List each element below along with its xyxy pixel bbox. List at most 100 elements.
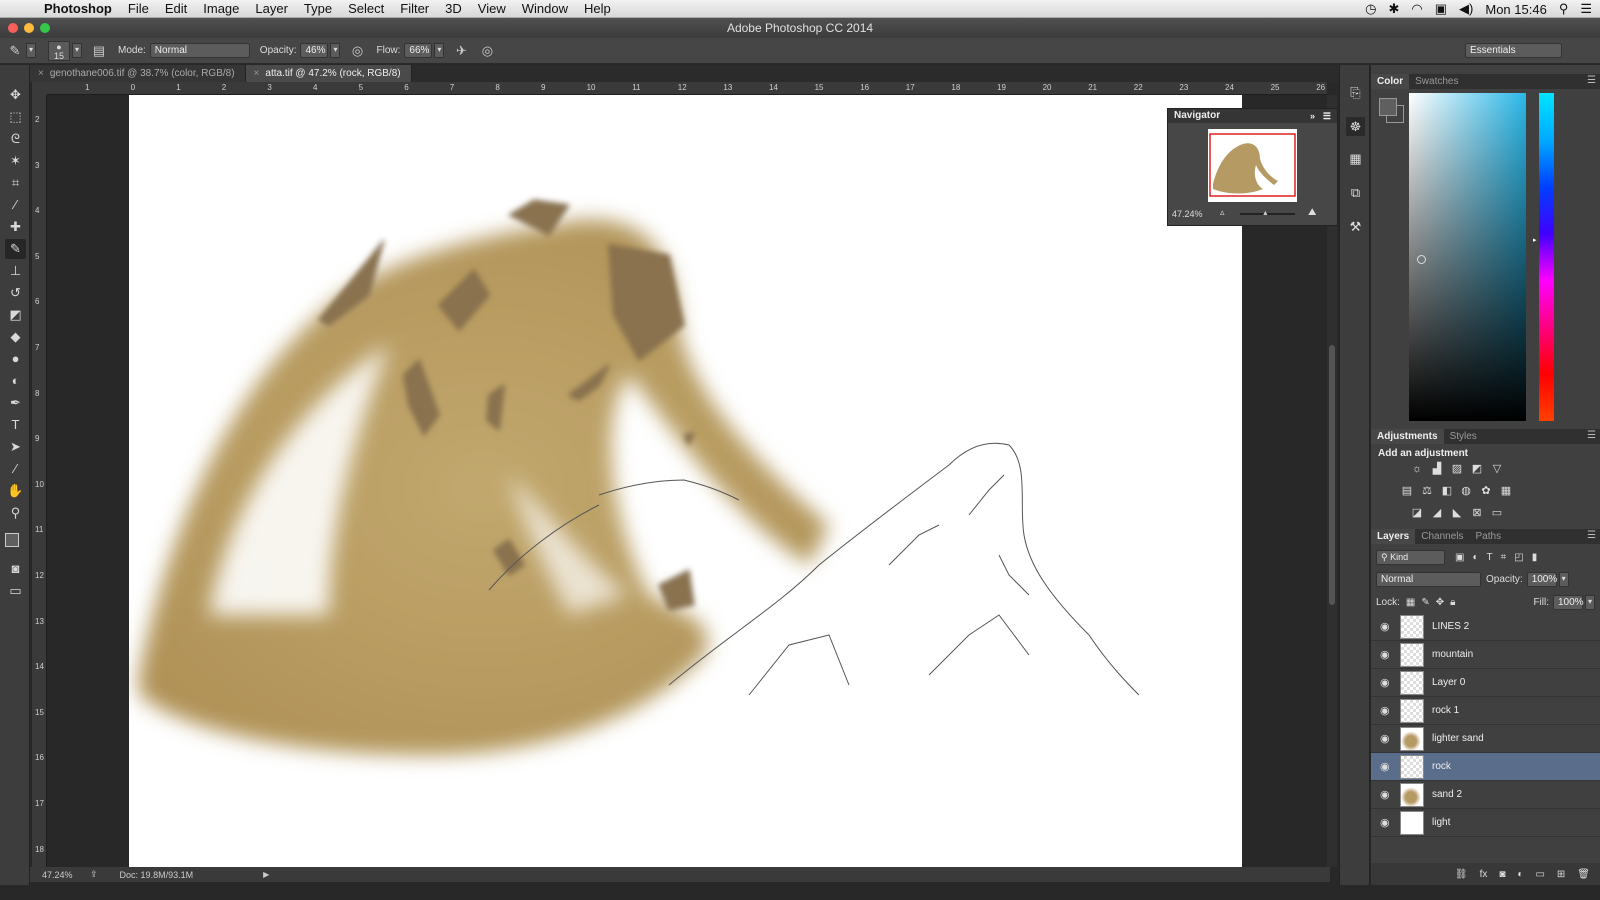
- close-tab-icon[interactable]: ×: [254, 68, 260, 79]
- visibility-eye-icon[interactable]: ◉: [1380, 648, 1394, 661]
- filter-smart-object-icon[interactable]: ◰: [1514, 552, 1523, 563]
- menu-file[interactable]: File: [120, 1, 157, 16]
- invert-icon[interactable]: ◪: [1410, 507, 1424, 519]
- zoom-window-button[interactable]: [40, 23, 50, 33]
- menu-edit[interactable]: Edit: [157, 1, 195, 16]
- paint-bucket-tool-icon[interactable]: ◆: [5, 327, 26, 347]
- tab-genothane006[interactable]: × genothane006.tif @ 38.7% (color, RGB/8): [30, 65, 246, 82]
- eyedropper-tool-icon[interactable]: ⁄: [5, 195, 26, 215]
- hue-saturation-icon[interactable]: ▤: [1400, 485, 1414, 497]
- layer-row-light[interactable]: ◉ light: [1371, 809, 1600, 837]
- horizontal-ruler[interactable]: 1 0 1 2 3 4 5 6 7 8 9 10 11 12 13 14 15 16 17 18 19 20 21 22 23 2…: [47, 82, 1327, 95]
- quick-mask-icon[interactable]: ◙: [5, 559, 26, 579]
- type-tool-icon[interactable]: T: [5, 415, 26, 435]
- visibility-eye-icon[interactable]: ◉: [1380, 788, 1394, 801]
- brush-size-picker[interactable]: ● 15: [48, 40, 70, 61]
- panel-menu-icon[interactable]: ☰: [1323, 109, 1331, 123]
- lasso-tool-icon[interactable]: ᘓ: [5, 129, 26, 149]
- close-tab-icon[interactable]: ×: [38, 68, 44, 79]
- menu-type[interactable]: Type: [296, 1, 340, 16]
- volume-icon[interactable]: ◀): [1459, 1, 1473, 17]
- layer-opacity-dropdown[interactable]: ▾: [1558, 571, 1569, 587]
- filter-adjustment-icon[interactable]: ◐: [1472, 552, 1478, 563]
- filter-type-icon[interactable]: T: [1487, 552, 1493, 563]
- fill-dropdown[interactable]: ▾: [1585, 594, 1595, 610]
- menu-app[interactable]: Photoshop: [38, 1, 120, 16]
- menu-image[interactable]: Image: [195, 1, 247, 16]
- blend-mode-select[interactable]: Normal: [1376, 571, 1481, 587]
- zoom-tool-icon[interactable]: ⚲: [5, 503, 26, 523]
- filter-toggle[interactable]: ▮: [1532, 552, 1538, 563]
- lock-position-icon[interactable]: ✥: [1436, 597, 1444, 608]
- layer-row-sand-2[interactable]: ◉ sand 2: [1371, 781, 1600, 809]
- close-window-button[interactable]: [8, 23, 18, 33]
- posterize-icon[interactable]: ◢: [1430, 507, 1444, 519]
- export-icon[interactable]: ⇪: [90, 869, 98, 880]
- menu-layer[interactable]: Layer: [247, 1, 296, 16]
- flow-field[interactable]: 66%: [404, 43, 433, 58]
- tool-presets-icon[interactable]: ⚒: [1346, 217, 1365, 236]
- layer-row-rock-1[interactable]: ◉ rock 1: [1371, 697, 1600, 725]
- new-layer-icon[interactable]: ⊞: [1557, 869, 1565, 880]
- brush-panel-toggle-icon[interactable]: ▤: [90, 42, 108, 60]
- visibility-eye-icon[interactable]: ◉: [1380, 816, 1394, 829]
- minimize-window-button[interactable]: [24, 23, 34, 33]
- foreground-color-swatch[interactable]: [1379, 98, 1397, 116]
- menu-window[interactable]: Window: [514, 1, 576, 16]
- crop-tool-icon[interactable]: ⌗: [5, 173, 26, 193]
- brightness-contrast-icon[interactable]: ☼: [1410, 463, 1424, 475]
- properties-panel-icon[interactable]: ⧉: [1346, 183, 1365, 202]
- brush-preset-icon[interactable]: ✎: [6, 42, 24, 60]
- layer-row-rock[interactable]: ◉ rock: [1371, 753, 1600, 781]
- quick-select-tool-icon[interactable]: ✶: [5, 151, 26, 171]
- selective-color-icon[interactable]: ⊠: [1470, 507, 1484, 519]
- visibility-eye-icon[interactable]: ◉: [1380, 760, 1394, 773]
- spotlight-icon[interactable]: ⚲: [1559, 1, 1569, 17]
- new-group-icon[interactable]: ▭: [1535, 869, 1544, 880]
- opacity-field[interactable]: 46%: [300, 43, 329, 58]
- zoom-out-icon[interactable]: ▵: [1220, 207, 1225, 218]
- layer-row-lines-2[interactable]: ◉ LINES 2: [1371, 613, 1600, 641]
- lock-image-icon[interactable]: ✎: [1421, 597, 1429, 608]
- brush-presets-icon[interactable]: ▦: [1346, 149, 1365, 168]
- threshold-icon[interactable]: ◣: [1450, 507, 1464, 519]
- menu-filter[interactable]: Filter: [392, 1, 437, 16]
- bluetooth-icon[interactable]: ✱: [1389, 1, 1400, 17]
- vibrance-icon[interactable]: ▽: [1490, 463, 1504, 475]
- panel-menu-icon[interactable]: ☰: [1587, 75, 1596, 86]
- color-picker-marker[interactable]: [1417, 255, 1426, 264]
- color-field[interactable]: [1409, 93, 1526, 421]
- history-brush-tool-icon[interactable]: ↺: [5, 283, 26, 303]
- foreground-color-swatch[interactable]: [5, 533, 19, 547]
- menu-select[interactable]: Select: [340, 1, 392, 16]
- color-lookup-icon[interactable]: ▦: [1499, 485, 1513, 497]
- visibility-eye-icon[interactable]: ◉: [1380, 704, 1394, 717]
- status-menu-arrow-icon[interactable]: ▶: [263, 870, 269, 879]
- layer-filter-kind[interactable]: ⚲ Kind: [1376, 549, 1445, 565]
- tab-swatches[interactable]: Swatches: [1409, 74, 1464, 89]
- tab-channels[interactable]: Channels: [1415, 529, 1469, 544]
- hue-slider-knob[interactable]: ▸: [1533, 236, 1537, 244]
- navigator-panel-icon[interactable]: ☸: [1346, 117, 1365, 136]
- workspace-switcher[interactable]: Essentials: [1465, 43, 1562, 58]
- opacity-slider-dropdown[interactable]: ▾: [330, 43, 341, 58]
- layer-row-layer-0[interactable]: ◉ Layer 0: [1371, 669, 1600, 697]
- tab-color[interactable]: Color: [1371, 74, 1410, 89]
- menu-help[interactable]: Help: [576, 1, 619, 16]
- layer-row-mountain[interactable]: ◉ mountain: [1371, 641, 1600, 669]
- black-white-icon[interactable]: ◧: [1440, 485, 1454, 497]
- new-adjustment-layer-icon[interactable]: ◐: [1517, 869, 1523, 880]
- vertical-ruler[interactable]: 2 3 4 5 6 7 8 9 10 11 12 13 14 15 16 17 18: [32, 95, 47, 867]
- move-tool-icon[interactable]: ✥: [5, 85, 26, 105]
- filter-pixel-icon[interactable]: ▣: [1455, 552, 1464, 563]
- zoom-level[interactable]: 47.24%: [42, 870, 82, 880]
- hand-tool-icon[interactable]: ✋: [5, 481, 26, 501]
- flow-slider-dropdown[interactable]: ▾: [434, 43, 445, 58]
- mode-select[interactable]: Normal: [149, 43, 250, 58]
- notification-center-icon[interactable]: ☰: [1580, 1, 1592, 17]
- filter-shape-icon[interactable]: ⌗: [1501, 552, 1507, 563]
- scrollbar-thumb[interactable]: [1329, 345, 1335, 605]
- tab-paths[interactable]: Paths: [1470, 529, 1508, 544]
- pressure-opacity-icon[interactable]: ◎: [348, 42, 366, 60]
- brush-tool-icon[interactable]: ✎: [5, 239, 26, 259]
